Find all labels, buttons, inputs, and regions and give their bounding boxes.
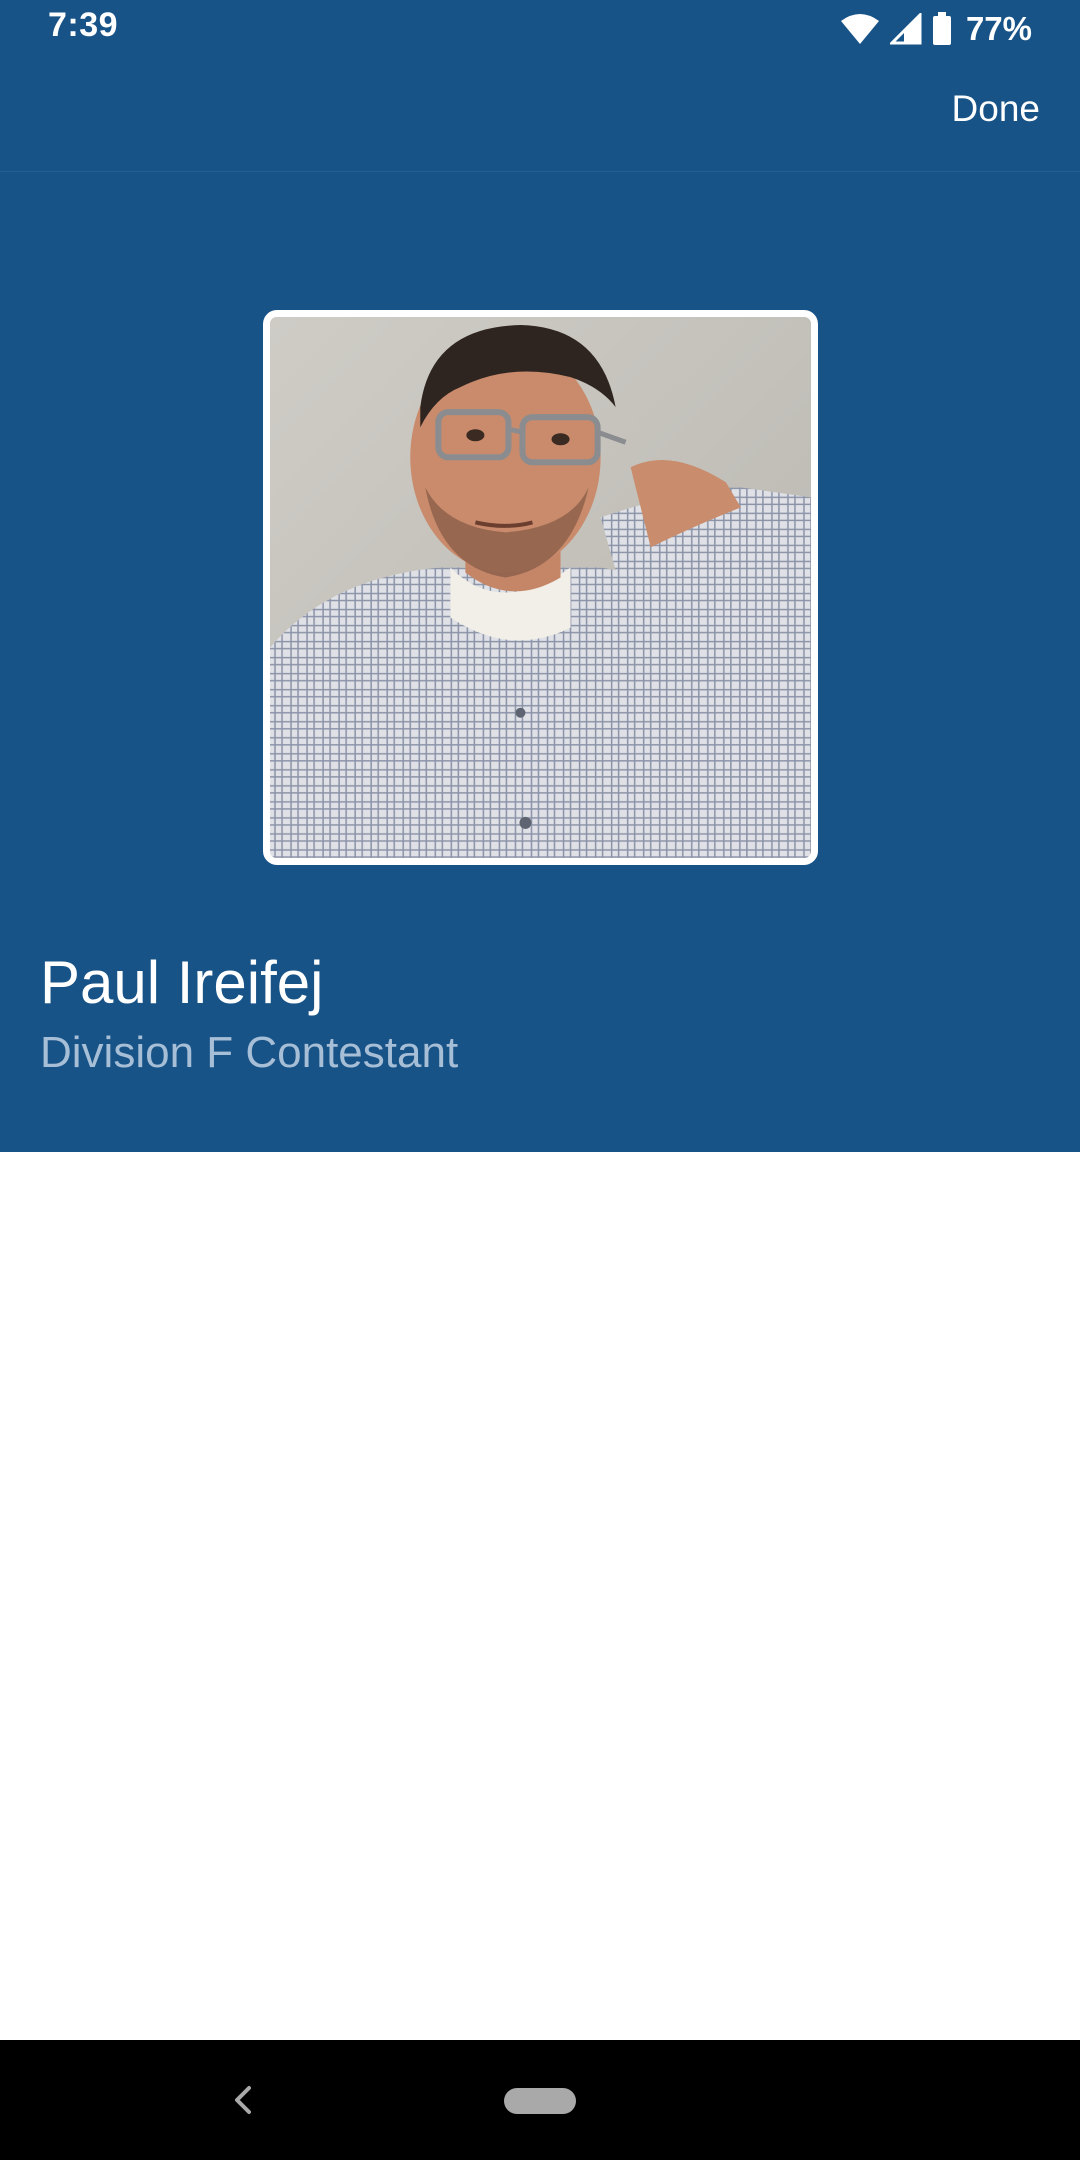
battery-percent: 77%: [965, 10, 1032, 47]
done-button[interactable]: Done: [952, 88, 1040, 130]
app-bar: Done: [0, 58, 1080, 172]
profile-photo: [263, 310, 818, 865]
home-pill[interactable]: [504, 2088, 576, 2114]
back-icon[interactable]: [222, 2078, 266, 2122]
status-icons: 77%: [840, 8, 1032, 50]
status-time: 7:39: [48, 6, 119, 44]
profile-header: 7:39 77% Done Paul Ireifej Division F Co…: [0, 0, 1080, 1152]
profile-role: Division F Contestant: [40, 1028, 459, 1077]
profile-photo-image: [270, 317, 811, 858]
profile-name: Paul Ireifej: [40, 949, 324, 1016]
status-bar: 7:39 77%: [0, 0, 1080, 58]
contestant-profile-screen: 7:39 77% Done Paul Ireifej Division F Co…: [0, 0, 1080, 2160]
battery-icon: [932, 12, 952, 46]
wifi-icon: [840, 13, 880, 45]
cell-signal-icon: [889, 13, 922, 45]
system-nav-bar: [0, 2040, 1080, 2160]
